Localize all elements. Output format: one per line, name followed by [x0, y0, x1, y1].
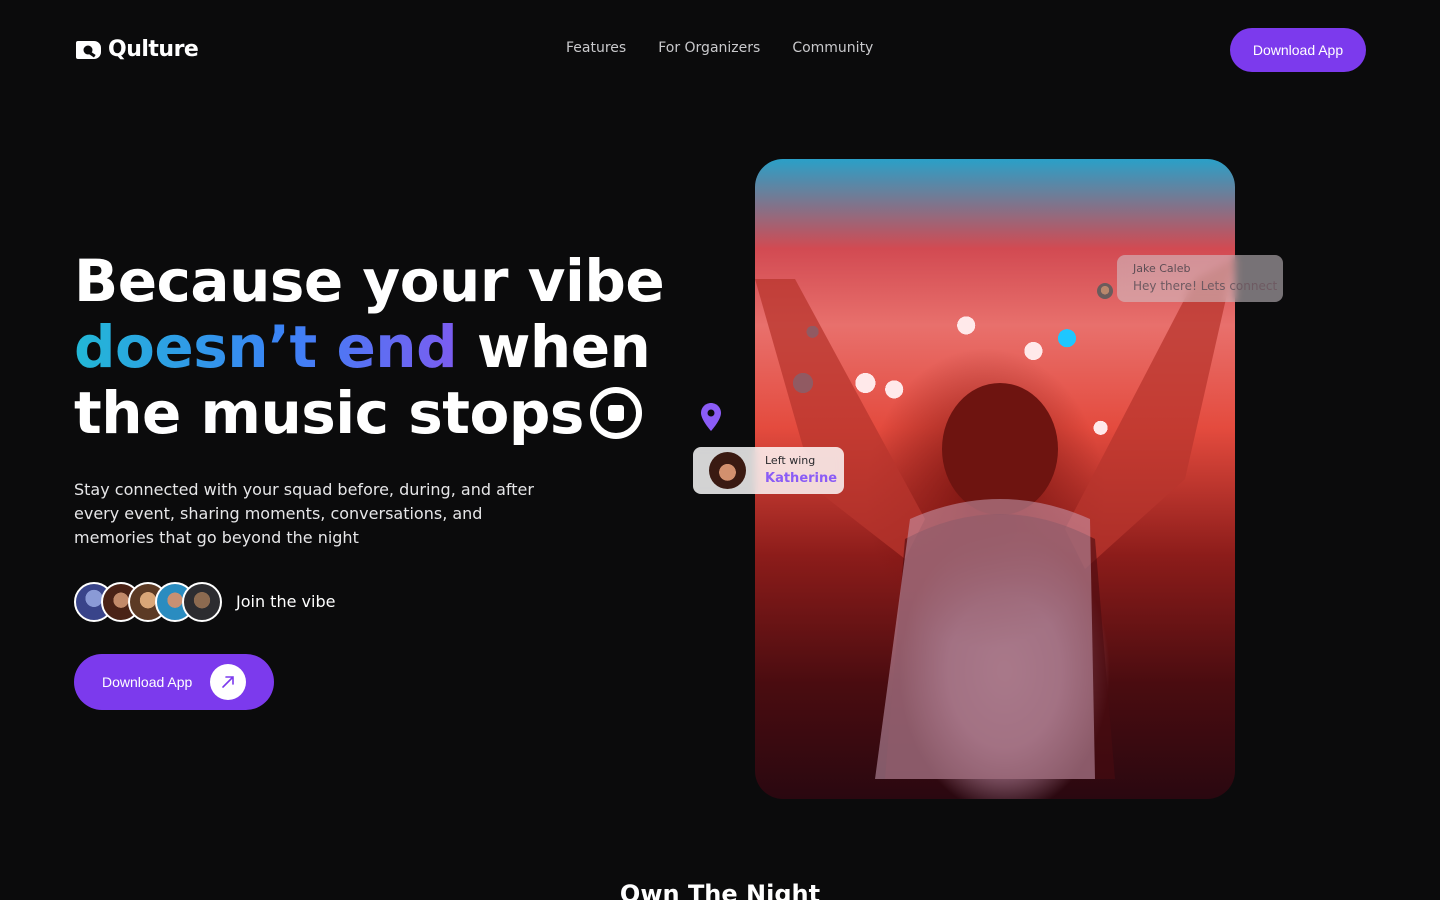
chip-caption: Left wing	[765, 454, 816, 467]
nav-link-community[interactable]: Community	[792, 40, 873, 56]
location-pin-icon	[701, 403, 721, 431]
avatar	[1097, 283, 1113, 299]
avatar-stack	[74, 582, 222, 622]
hero-headline: Because your vibe doesn’t end when the m…	[74, 248, 694, 446]
nav-links: Features For Organizers Community	[566, 40, 873, 56]
avatar	[709, 452, 746, 489]
logo-icon	[76, 40, 101, 59]
arrow-up-right-icon	[210, 664, 246, 700]
headline-gradient-text: doesn’t end	[74, 313, 458, 381]
top-navigation: Qulture Features For Organizers Communit…	[0, 0, 1440, 100]
nav-link-features[interactable]: Features	[566, 40, 626, 56]
hero-download-app-button[interactable]: Download App	[74, 654, 274, 710]
chip-message-text: Hey there! Lets connect	[1133, 279, 1278, 293]
join-the-vibe-label: Join the vibe	[236, 592, 336, 611]
headline-line-2-rest: when	[457, 313, 651, 381]
nav-link-for-organizers[interactable]: For Organizers	[658, 40, 760, 56]
headline-line-3: the music stops	[74, 379, 584, 447]
message-chip-jake[interactable]: Jake Caleb Hey there! Lets connect	[1117, 255, 1283, 302]
nav-download-app-button[interactable]: Download App	[1230, 28, 1366, 72]
avatar	[182, 582, 222, 622]
hero-cta-label: Download App	[102, 674, 193, 690]
chip-sender-name: Jake Caleb	[1133, 262, 1191, 275]
brand-logo[interactable]: Qulture	[74, 37, 199, 62]
brand-name: Qulture	[108, 37, 199, 62]
chip-username: Katherine	[765, 471, 838, 486]
stop-icon	[589, 387, 642, 439]
section-title: Own The Night	[619, 880, 821, 900]
user-chip-katherine[interactable]: Left wing Katherine	[693, 447, 844, 494]
hero-subtext: Stay connected with your squad before, d…	[74, 480, 534, 547]
headline-line-1: Because your vibe	[74, 247, 665, 315]
